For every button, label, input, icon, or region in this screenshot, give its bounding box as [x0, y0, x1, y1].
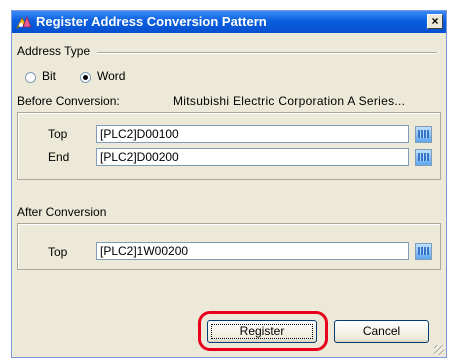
window-title: Register Address Conversion Pattern [36, 14, 267, 29]
cancel-button[interactable]: Cancel [334, 320, 429, 343]
radio-word-label: Word [97, 69, 126, 83]
before-top-label: Top [48, 127, 68, 141]
after-top-picker-icon[interactable] [415, 243, 432, 260]
radio-bit[interactable] [25, 72, 36, 83]
register-button[interactable]: Register [207, 320, 317, 343]
close-button[interactable]: × [427, 14, 443, 29]
app-icon [16, 15, 32, 29]
after-top-input[interactable]: [PLC2]1W00200 [96, 242, 409, 260]
address-type-divider [97, 52, 437, 54]
cancel-button-label: Cancel [362, 324, 401, 338]
radio-word[interactable] [80, 72, 91, 83]
before-end-input[interactable]: [PLC2]D00200 [96, 148, 409, 166]
device-name: Mitsubishi Electric Corporation A Series… [173, 94, 406, 108]
radio-word-dot [83, 75, 88, 80]
before-top-input[interactable]: [PLC2]D00100 [96, 125, 409, 143]
after-top-label: Top [48, 245, 68, 259]
before-top-picker-icon[interactable] [415, 126, 432, 143]
before-conversion-label: Before Conversion: [17, 94, 120, 108]
address-type-label: Address Type [17, 44, 91, 58]
radio-bit-label: Bit [42, 69, 57, 83]
register-address-conversion-dialog: Register Address Conversion Pattern × Ad… [11, 10, 447, 358]
after-conversion-label: After Conversion [17, 205, 107, 219]
before-end-label: End [48, 150, 70, 164]
resize-grip-icon[interactable] [434, 345, 444, 355]
focus-rect [211, 324, 313, 339]
before-end-picker-icon[interactable] [415, 149, 432, 166]
title-bar[interactable]: Register Address Conversion Pattern × [12, 11, 446, 33]
before-conversion-group [17, 112, 441, 180]
